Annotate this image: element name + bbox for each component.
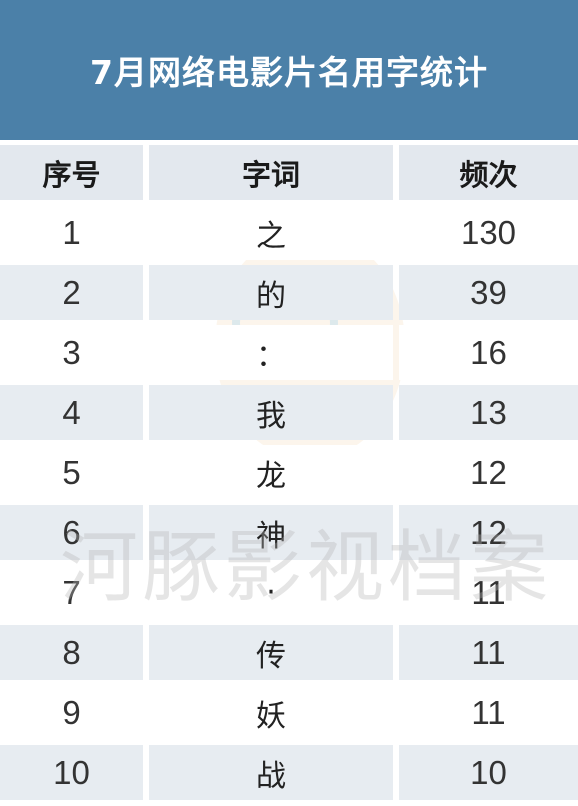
cell-word: 妖 (149, 685, 393, 740)
cell-word: ： (149, 325, 393, 380)
cell-frequency: 10 (399, 745, 578, 800)
header-word: 字词 (149, 145, 393, 200)
table-row: 2 的 39 (0, 265, 578, 320)
cell-index: 4 (0, 385, 143, 440)
table-row: 10 战 10 (0, 745, 578, 800)
table-row: 6 神 12 (0, 505, 578, 560)
cell-index: 10 (0, 745, 143, 800)
cell-index: 6 (0, 505, 143, 560)
cell-frequency: 11 (399, 685, 578, 740)
cell-index: 8 (0, 625, 143, 680)
cell-word: 之 (149, 205, 393, 260)
cell-word: 神 (149, 505, 393, 560)
cell-index: 9 (0, 685, 143, 740)
table-header-row: 序号 字词 频次 (0, 145, 578, 200)
cell-index: 1 (0, 205, 143, 260)
cell-frequency: 12 (399, 445, 578, 500)
table-row: 7 · 11 (0, 565, 578, 620)
cell-word: 我 (149, 385, 393, 440)
cell-word: 传 (149, 625, 393, 680)
cell-frequency: 39 (399, 265, 578, 320)
table-row: 8 传 11 (0, 625, 578, 680)
cell-word: · (149, 565, 393, 620)
cell-index: 5 (0, 445, 143, 500)
cell-word: 战 (149, 745, 393, 800)
cell-frequency: 130 (399, 205, 578, 260)
cell-frequency: 12 (399, 505, 578, 560)
cell-word: 龙 (149, 445, 393, 500)
cell-index: 7 (0, 565, 143, 620)
cell-index: 2 (0, 265, 143, 320)
cell-frequency: 11 (399, 625, 578, 680)
table-row: 1 之 130 (0, 205, 578, 260)
table-row: 4 我 13 (0, 385, 578, 440)
frequency-table: 序号 字词 频次 1 之 130 2 的 39 3： 16 4 我 13 5 龙 12 6 神 12 7 · 11 8 传… (0, 145, 578, 805)
table-row: 3： 16 (0, 325, 578, 380)
cell-frequency: 16 (399, 325, 578, 380)
cell-index: 3 (0, 325, 143, 380)
table-row: 5 龙 12 (0, 445, 578, 500)
table-row: 9 妖 11 (0, 685, 578, 740)
cell-word: 的 (149, 265, 393, 320)
cell-frequency: 11 (399, 565, 578, 620)
cell-frequency: 13 (399, 385, 578, 440)
header-index: 序号 (0, 145, 143, 200)
header-frequency: 频次 (399, 145, 578, 200)
table-title: 7月网络电影片名用字统计 (0, 0, 578, 140)
